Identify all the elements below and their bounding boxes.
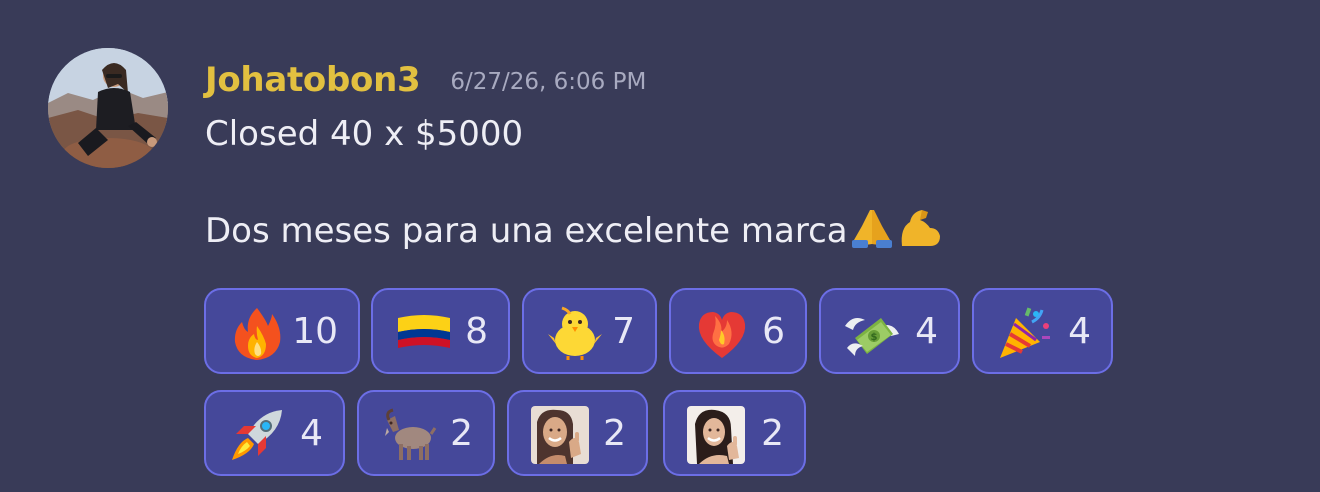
reaction-count: 2 xyxy=(603,413,626,454)
reaction-count: 6 xyxy=(762,311,785,352)
message-timestamp[interactable]: 6/27/26, 6:06 PM xyxy=(450,69,646,95)
folded-hands-icon xyxy=(848,206,896,250)
money-with-wings-icon: $ xyxy=(843,304,901,362)
message-line-3: Dos meses para una excelente marca xyxy=(205,206,944,254)
reaction-count: 2 xyxy=(761,413,784,454)
reaction-count: 4 xyxy=(1068,311,1091,352)
reaction-custom-photo-1[interactable]: 2 xyxy=(507,390,648,476)
reaction-party-popper[interactable]: 4 xyxy=(972,288,1113,374)
reaction-count: 4 xyxy=(915,311,938,352)
message-header: Johatobon3 6/27/26, 6:06 PM xyxy=(205,58,646,102)
message-content: Closed 40 x $5000 Dos meses para una exc… xyxy=(205,110,944,254)
reaction-heart-on-fire[interactable]: 6 xyxy=(669,288,807,374)
reaction-baby-chick[interactable]: 7 xyxy=(522,288,657,374)
reaction-goat[interactable]: 2 xyxy=(357,390,495,476)
message-line-1: Closed 40 x $5000 xyxy=(205,114,524,154)
custom-photo-emoji-2 xyxy=(687,406,745,464)
reaction-money-with-wings[interactable]: $ 4 xyxy=(819,288,960,374)
colombia-flag-icon xyxy=(395,304,453,362)
user-avatar[interactable] xyxy=(48,48,168,168)
rocket-icon xyxy=(228,406,286,464)
message-line-3-text: Dos meses para una excelente marca xyxy=(205,211,848,251)
party-popper-icon xyxy=(996,304,1054,362)
reaction-fire[interactable]: 10 xyxy=(204,288,360,374)
flexed-biceps-icon xyxy=(896,206,944,250)
reaction-count: 7 xyxy=(612,311,635,352)
custom-photo-emoji-1 xyxy=(531,406,589,464)
reaction-rocket[interactable]: 4 xyxy=(204,390,345,476)
username[interactable]: Johatobon3 xyxy=(205,60,421,100)
heart-on-fire-icon xyxy=(693,304,751,362)
svg-text:$: $ xyxy=(871,332,878,343)
reaction-custom-photo-2[interactable]: 2 xyxy=(663,390,806,476)
reaction-colombia-flag[interactable]: 8 xyxy=(371,288,510,374)
baby-chick-icon xyxy=(546,304,604,362)
reaction-count: 10 xyxy=(292,311,338,352)
chat-message: Johatobon3 6/27/26, 6:06 PM Closed 40 x … xyxy=(0,0,1320,492)
goat-icon xyxy=(381,406,439,464)
fire-icon xyxy=(228,304,286,362)
reaction-count: 4 xyxy=(300,413,323,454)
reaction-count: 2 xyxy=(450,413,473,454)
reaction-count: 8 xyxy=(465,311,488,352)
